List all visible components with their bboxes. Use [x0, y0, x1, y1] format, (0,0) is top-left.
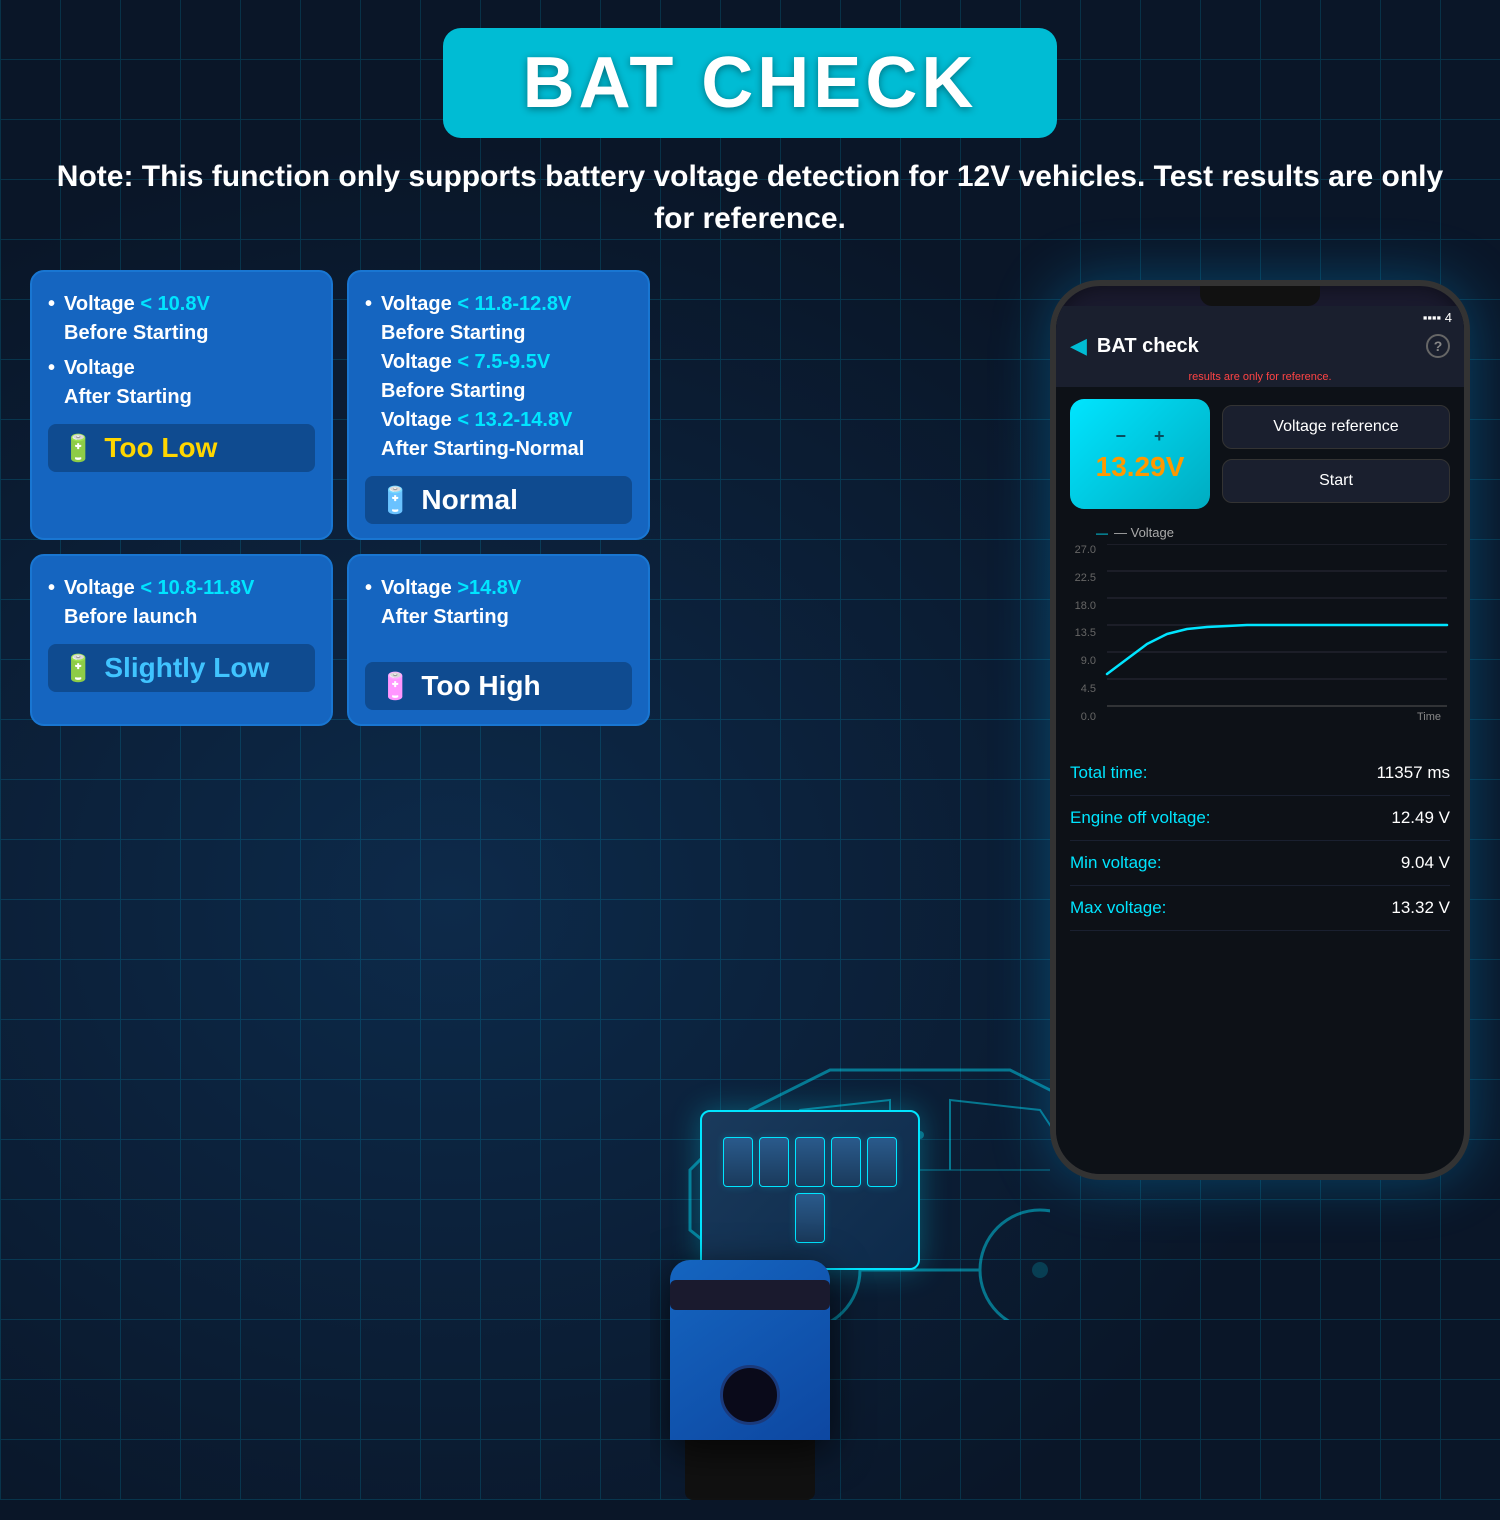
slightly-low-label: Slightly Low — [104, 652, 269, 684]
stats-section: Total time: 11357 ms Engine off voltage:… — [1056, 743, 1464, 939]
normal-status-bar: 🔋 Normal — [365, 476, 632, 524]
normal-list: Voltage < 11.8-12.8V Before Starting Vol… — [365, 290, 632, 464]
card-too-low: Voltage < 10.8VBefore Starting VoltageAf… — [30, 270, 333, 540]
engine-off-label: Engine off voltage: — [1070, 808, 1211, 828]
y-label-6: 0.0 — [1066, 711, 1096, 723]
battery-cell — [723, 1137, 753, 1187]
too-high-list: Voltage >14.8V After Starting — [365, 574, 632, 632]
card-slightly-low: Voltage < 10.8-11.8V Before launch 🔋 Sli… — [30, 554, 333, 726]
battery-cell — [759, 1137, 789, 1187]
max-voltage-value: 13.32 V — [1391, 898, 1450, 918]
chart-svg-wrapper: Time — [1100, 544, 1454, 739]
obd-button — [720, 1365, 780, 1425]
back-button[interactable]: ◀ — [1070, 333, 1087, 359]
chart-voltage-line — [1107, 625, 1447, 674]
normal-voltage-2: < 7.5-9.5V — [457, 351, 550, 373]
main-title: BAT CHECK — [523, 42, 978, 124]
phone-button-group: Voltage reference Start — [1222, 405, 1450, 503]
chart-x-label: Time — [1417, 711, 1441, 723]
battery-display: − + 13.29V — [1070, 399, 1210, 509]
header: BAT CHECK — [0, 0, 1500, 138]
y-label-0: 27.0 — [1066, 544, 1096, 556]
chart-voltage-label: — Voltage — [1114, 525, 1174, 540]
battery-cell — [795, 1193, 825, 1243]
too-high-voltage: >14.8V — [457, 577, 521, 599]
too-low-item-1: Voltage < 10.8VBefore Starting — [48, 290, 315, 348]
chart-svg: Time — [1100, 544, 1454, 734]
too-low-label: Too Low — [104, 432, 217, 464]
too-low-voltage-1: < 10.8V — [140, 293, 210, 315]
battery-section: − + 13.29V Voltage reference Start — [1056, 387, 1464, 517]
battery-terminals: − + — [1115, 426, 1164, 447]
normal-voltage-3: < 13.2-14.8V — [457, 409, 572, 431]
engine-off-value: 12.49 V — [1391, 808, 1450, 828]
normal-icon: 🔋 — [379, 485, 411, 516]
stat-row-min-voltage: Min voltage: 9.04 V — [1070, 841, 1450, 886]
normal-voltage-1: < 11.8-12.8V — [457, 293, 571, 315]
y-label-1: 22.5 — [1066, 572, 1096, 584]
obd-device — [670, 1260, 830, 1500]
min-voltage-label: Min voltage: — [1070, 853, 1162, 873]
normal-label: Normal — [421, 484, 517, 516]
voltage-reference-button[interactable]: Voltage reference — [1222, 405, 1450, 449]
slightly-low-status-bar: 🔋 Slightly Low — [48, 644, 315, 692]
title-badge: BAT CHECK — [443, 28, 1058, 138]
chart-legend: — — Voltage — [1066, 525, 1454, 540]
y-label-3: 13.5 — [1066, 627, 1096, 639]
chart-y-axis: 27.0 22.5 18.0 13.5 9.0 4.5 0.0 — [1066, 544, 1096, 739]
too-low-status-bar: 🔋 Too Low — [48, 424, 315, 472]
obd-stripe — [670, 1280, 830, 1310]
phone-screen: ▪▪▪▪ 4 ◀ BAT check ? results are only fo… — [1056, 306, 1464, 1174]
battery-3d-display — [700, 1110, 920, 1270]
stat-row-engine-off: Engine off voltage: 12.49 V — [1070, 796, 1450, 841]
negative-terminal: − — [1115, 426, 1126, 447]
battery-voltage: 13.29V — [1096, 451, 1185, 483]
card-too-high: Voltage >14.8V After Starting 🔋 Too High — [347, 554, 650, 726]
phone-screen-title: BAT check — [1097, 335, 1416, 358]
stat-row-total-time: Total time: 11357 ms — [1070, 751, 1450, 796]
normal-item-1: Voltage < 11.8-12.8V Before Starting Vol… — [365, 290, 632, 464]
max-voltage-label: Max voltage: — [1070, 898, 1166, 918]
main-layout: Voltage < 10.8VBefore Starting VoltageAf… — [0, 250, 1500, 1520]
phone-notch — [1200, 286, 1320, 306]
y-label-2: 18.0 — [1066, 600, 1096, 612]
decorative-area — [650, 260, 1050, 1520]
too-high-icon: 🔋 — [379, 671, 411, 702]
battery-cell — [795, 1137, 825, 1187]
battery-cell — [831, 1137, 861, 1187]
stat-row-max-voltage: Max voltage: 13.32 V — [1070, 886, 1450, 931]
signal-icon: ▪▪▪▪ 4 — [1423, 310, 1452, 325]
ref-note: results are only for reference. — [1056, 367, 1464, 387]
help-button[interactable]: ? — [1426, 334, 1450, 358]
slightly-low-list: Voltage < 10.8-11.8V Before launch — [48, 574, 315, 632]
start-button[interactable]: Start — [1222, 459, 1450, 503]
info-panels: Voltage < 10.8VBefore Starting VoltageAf… — [30, 260, 650, 1520]
card-normal: Voltage < 11.8-12.8V Before Starting Vol… — [347, 270, 650, 540]
positive-terminal: + — [1154, 426, 1165, 447]
min-voltage-value: 9.04 V — [1401, 853, 1450, 873]
too-low-list: Voltage < 10.8VBefore Starting VoltageAf… — [48, 290, 315, 412]
chart-area: — — Voltage 27.0 22.5 18.0 13.5 9.0 4.5 … — [1056, 517, 1464, 743]
obd-connector — [685, 1440, 815, 1500]
slightly-low-item-1: Voltage < 10.8-11.8V Before launch — [48, 574, 315, 632]
too-low-icon: 🔋 — [62, 433, 94, 464]
y-label-4: 9.0 — [1066, 655, 1096, 667]
total-time-value: 11357 ms — [1377, 763, 1450, 783]
phone-title-bar: ◀ BAT check ? — [1056, 325, 1464, 367]
note-text: Note: This function only supports batter… — [0, 138, 1500, 250]
slightly-low-icon: 🔋 — [62, 653, 94, 684]
too-high-status-bar: 🔋 Too High — [365, 662, 632, 710]
battery-cell — [867, 1137, 897, 1187]
too-high-label: Too High — [421, 670, 540, 702]
too-low-item-2: VoltageAfter Starting — [48, 354, 315, 412]
total-time-label: Total time: — [1070, 763, 1147, 783]
phone-status-bar: ▪▪▪▪ 4 — [1056, 306, 1464, 325]
chart-container: 27.0 22.5 18.0 13.5 9.0 4.5 0.0 — [1066, 544, 1454, 739]
phone-mockup: ▪▪▪▪ 4 ◀ BAT check ? results are only fo… — [1050, 280, 1470, 1180]
slightly-low-voltage: < 10.8-11.8V — [140, 577, 254, 599]
too-high-item-1: Voltage >14.8V After Starting — [365, 574, 632, 632]
chart-line-label: — — [1096, 526, 1108, 540]
obd-body — [670, 1260, 830, 1440]
y-label-5: 4.5 — [1066, 683, 1096, 695]
